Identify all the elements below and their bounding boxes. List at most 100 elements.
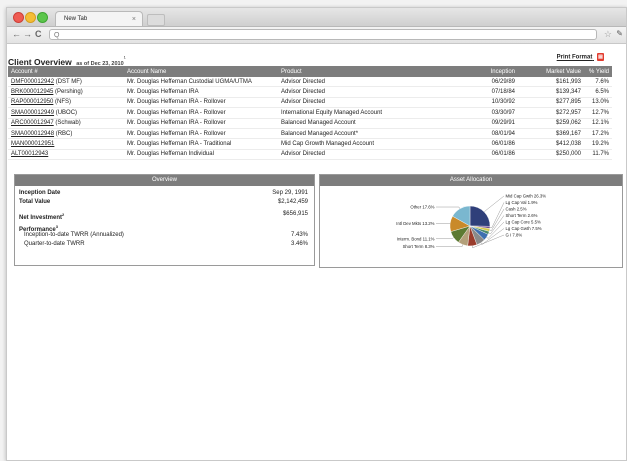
close-window-button[interactable] [13, 12, 24, 23]
pie-slice-label: Lg Cap Core 5.5% [506, 220, 542, 225]
account-inception: 07/18/84 [454, 86, 518, 98]
accounts-table: Account # Account Name Product Inception… [8, 66, 612, 161]
account-name: Mr. Douglas Heffernan IRA - Rollover [124, 128, 278, 140]
col-product[interactable]: Product [278, 66, 454, 77]
account-number-link[interactable]: ALT00012943 [11, 151, 48, 157]
account-number-link[interactable]: SMA000012948 [11, 131, 54, 137]
account-market-value: $139,347 [518, 86, 584, 98]
account-yield: 11.7% [584, 149, 612, 161]
new-tab-button[interactable] [147, 14, 165, 26]
zoom-window-button[interactable] [37, 12, 48, 23]
browser-toolbar: ← → C Q ☆ ✎ [7, 27, 626, 44]
wrench-icon[interactable]: ✎ [616, 29, 623, 38]
qtd-twrr-row: Quarter-to-date TWRR 3.46% [15, 240, 314, 249]
pdf-icon[interactable]: ▤ [597, 53, 604, 61]
tab-close-icon[interactable]: × [132, 12, 136, 27]
pie-slice-label: Cash 2.5% [506, 207, 527, 212]
total-value-value: $2,142,459 [277, 199, 308, 205]
table-row[interactable]: DMF000012942 (DST MF) Mr. Douglas Heffern… [8, 77, 612, 88]
account-inception: 08/01/94 [454, 128, 518, 140]
pie-leader-line [484, 195, 505, 213]
account-name: Mr. Douglas Heffernan IRA - Rollover [124, 107, 278, 119]
overview-panel: Overview Inception Date Sep 29, 1991 Tot… [14, 174, 315, 266]
account-cell: DMF000012942 (DST MF) [8, 77, 124, 88]
qtd-twrr-label: Quarter-to-date TWRR [24, 241, 85, 247]
table-row[interactable]: SMA000012949 (UBOC) Mr. Douglas Heffernan… [8, 107, 612, 119]
account-number-link[interactable]: BRK000012945 [11, 89, 53, 95]
table-row[interactable]: MAN000012951 Mr. Douglas Heffernan IRA - … [8, 138, 612, 150]
inception-date-row: Inception Date Sep 29, 1991 [15, 189, 314, 198]
account-custodian: (DST MF) [54, 78, 82, 85]
account-number-link[interactable]: MAN000012951 [11, 141, 54, 147]
itd-twrr-value: 7.43% [290, 232, 308, 238]
account-yield: 12.1% [584, 118, 612, 129]
account-product: Mid Cap Growth Managed Account [278, 138, 454, 150]
pie-leader-line [489, 208, 505, 231]
account-number-link[interactable]: DMF000012942 [11, 79, 54, 85]
col-market-value[interactable]: Market Value [518, 66, 584, 77]
col-account-number[interactable]: Account # [8, 66, 124, 77]
account-yield: 12.7% [584, 107, 612, 119]
pie-slice-label: Lg Cap Val 1.9% [506, 200, 538, 205]
col-yield[interactable]: % Yield [584, 66, 612, 77]
account-cell: RAP000012950 (NFS) [8, 97, 124, 109]
account-inception: 09/29/91 [454, 118, 518, 129]
itd-twrr-row: Inception-to-date TWRR (Annualized) 7.43… [15, 231, 314, 240]
table-row[interactable]: RAP000012950 (NFS) Mr. Douglas Heffernan … [8, 97, 612, 109]
total-value-label: Total Value [19, 199, 51, 205]
star-icon[interactable]: ☆ [604, 29, 612, 40]
account-cell: MAN000012951 [8, 138, 124, 150]
pie-slice-label: Short Term 8.3% [403, 244, 435, 249]
account-custodian: (NFS) [53, 99, 72, 106]
back-arrow-icon[interactable]: ← [12, 29, 21, 39]
account-product: Advisor Directed [278, 149, 454, 161]
account-market-value: $161,993 [518, 77, 584, 88]
title-bar: New Tab × [7, 8, 626, 27]
account-inception: 06/01/86 [454, 138, 518, 150]
inception-date-label: Inception Date [19, 190, 61, 196]
account-cell: BRK000012945 (Pershing) [8, 86, 124, 98]
table-row[interactable]: ALT00012943 Mr. Douglas Heffernan Individ… [8, 149, 612, 161]
account-product: Balanced Managed Account* [278, 128, 454, 140]
pie-slice-label: Interm. Bond 11.1% [397, 236, 435, 241]
browser-tab[interactable]: New Tab × [55, 11, 143, 26]
account-inception: 03/30/97 [454, 107, 518, 119]
address-bar[interactable]: Q [49, 29, 597, 40]
account-number-link[interactable]: SMA000012949 [11, 110, 54, 116]
print-format-link[interactable]: Print Format ▤ [557, 53, 604, 61]
account-inception: 06/29/89 [454, 77, 518, 88]
account-name: Mr. Douglas Heffernan IRA - Rollover [124, 97, 278, 109]
forward-arrow-icon[interactable]: → [23, 29, 32, 39]
itd-twrr-label: Inception-to-date TWRR (Annualized) [24, 232, 124, 238]
account-yield: 13.0% [584, 97, 612, 109]
minimize-window-button[interactable] [25, 12, 36, 23]
title-footnote: 1 [123, 54, 126, 60]
pie-leader-line [436, 237, 454, 239]
pie-slice-label: G I 7.8% [506, 233, 523, 238]
account-yield: 7.6% [584, 77, 612, 88]
account-market-value: $272,957 [518, 107, 584, 119]
pie-slice-label: Lg Cap Gwth 7.5% [506, 226, 542, 231]
account-name: Mr. Douglas Heffernan Individual [124, 149, 278, 161]
col-inception[interactable]: Inception [454, 66, 518, 77]
page-content: Client Overview as of Dec 23, 20101 Prin… [8, 52, 612, 161]
table-row[interactable]: BRK000012945 (Pershing) Mr. Douglas Heffe… [8, 86, 612, 98]
pie-slice-label: Intl Dev Mkts 13.2% [396, 221, 434, 226]
account-number-link[interactable]: ARC000012947 [11, 120, 54, 126]
account-number-link[interactable]: RAP000012950 [11, 99, 53, 105]
reload-icon[interactable]: C [35, 29, 42, 39]
net-investment-footnote: 2 [62, 212, 65, 217]
account-custodian: (Schwab) [53, 120, 81, 127]
account-name: Mr. Douglas Heffernan IRA [124, 86, 278, 98]
qtd-twrr-value: 3.46% [290, 241, 308, 247]
account-name: Mr. Douglas Heffernan IRA - Traditional [124, 138, 278, 150]
account-cell: SMA000012949 (UBOC) [8, 107, 124, 119]
pie-leader-line [436, 206, 461, 209]
table-row[interactable]: ARC000012947 (Schwab) Mr. Douglas Heffern… [8, 118, 612, 129]
col-account-name[interactable]: Account Name [124, 66, 278, 77]
page-title: Client Overview [8, 57, 72, 67]
pie-slice-label: Short Term 2.6% [506, 213, 538, 218]
account-custodian: (Pershing) [53, 89, 83, 96]
account-product: Advisor Directed [278, 86, 454, 98]
table-row[interactable]: SMA000012948 (RBC) Mr. Douglas Heffernan … [8, 128, 612, 140]
